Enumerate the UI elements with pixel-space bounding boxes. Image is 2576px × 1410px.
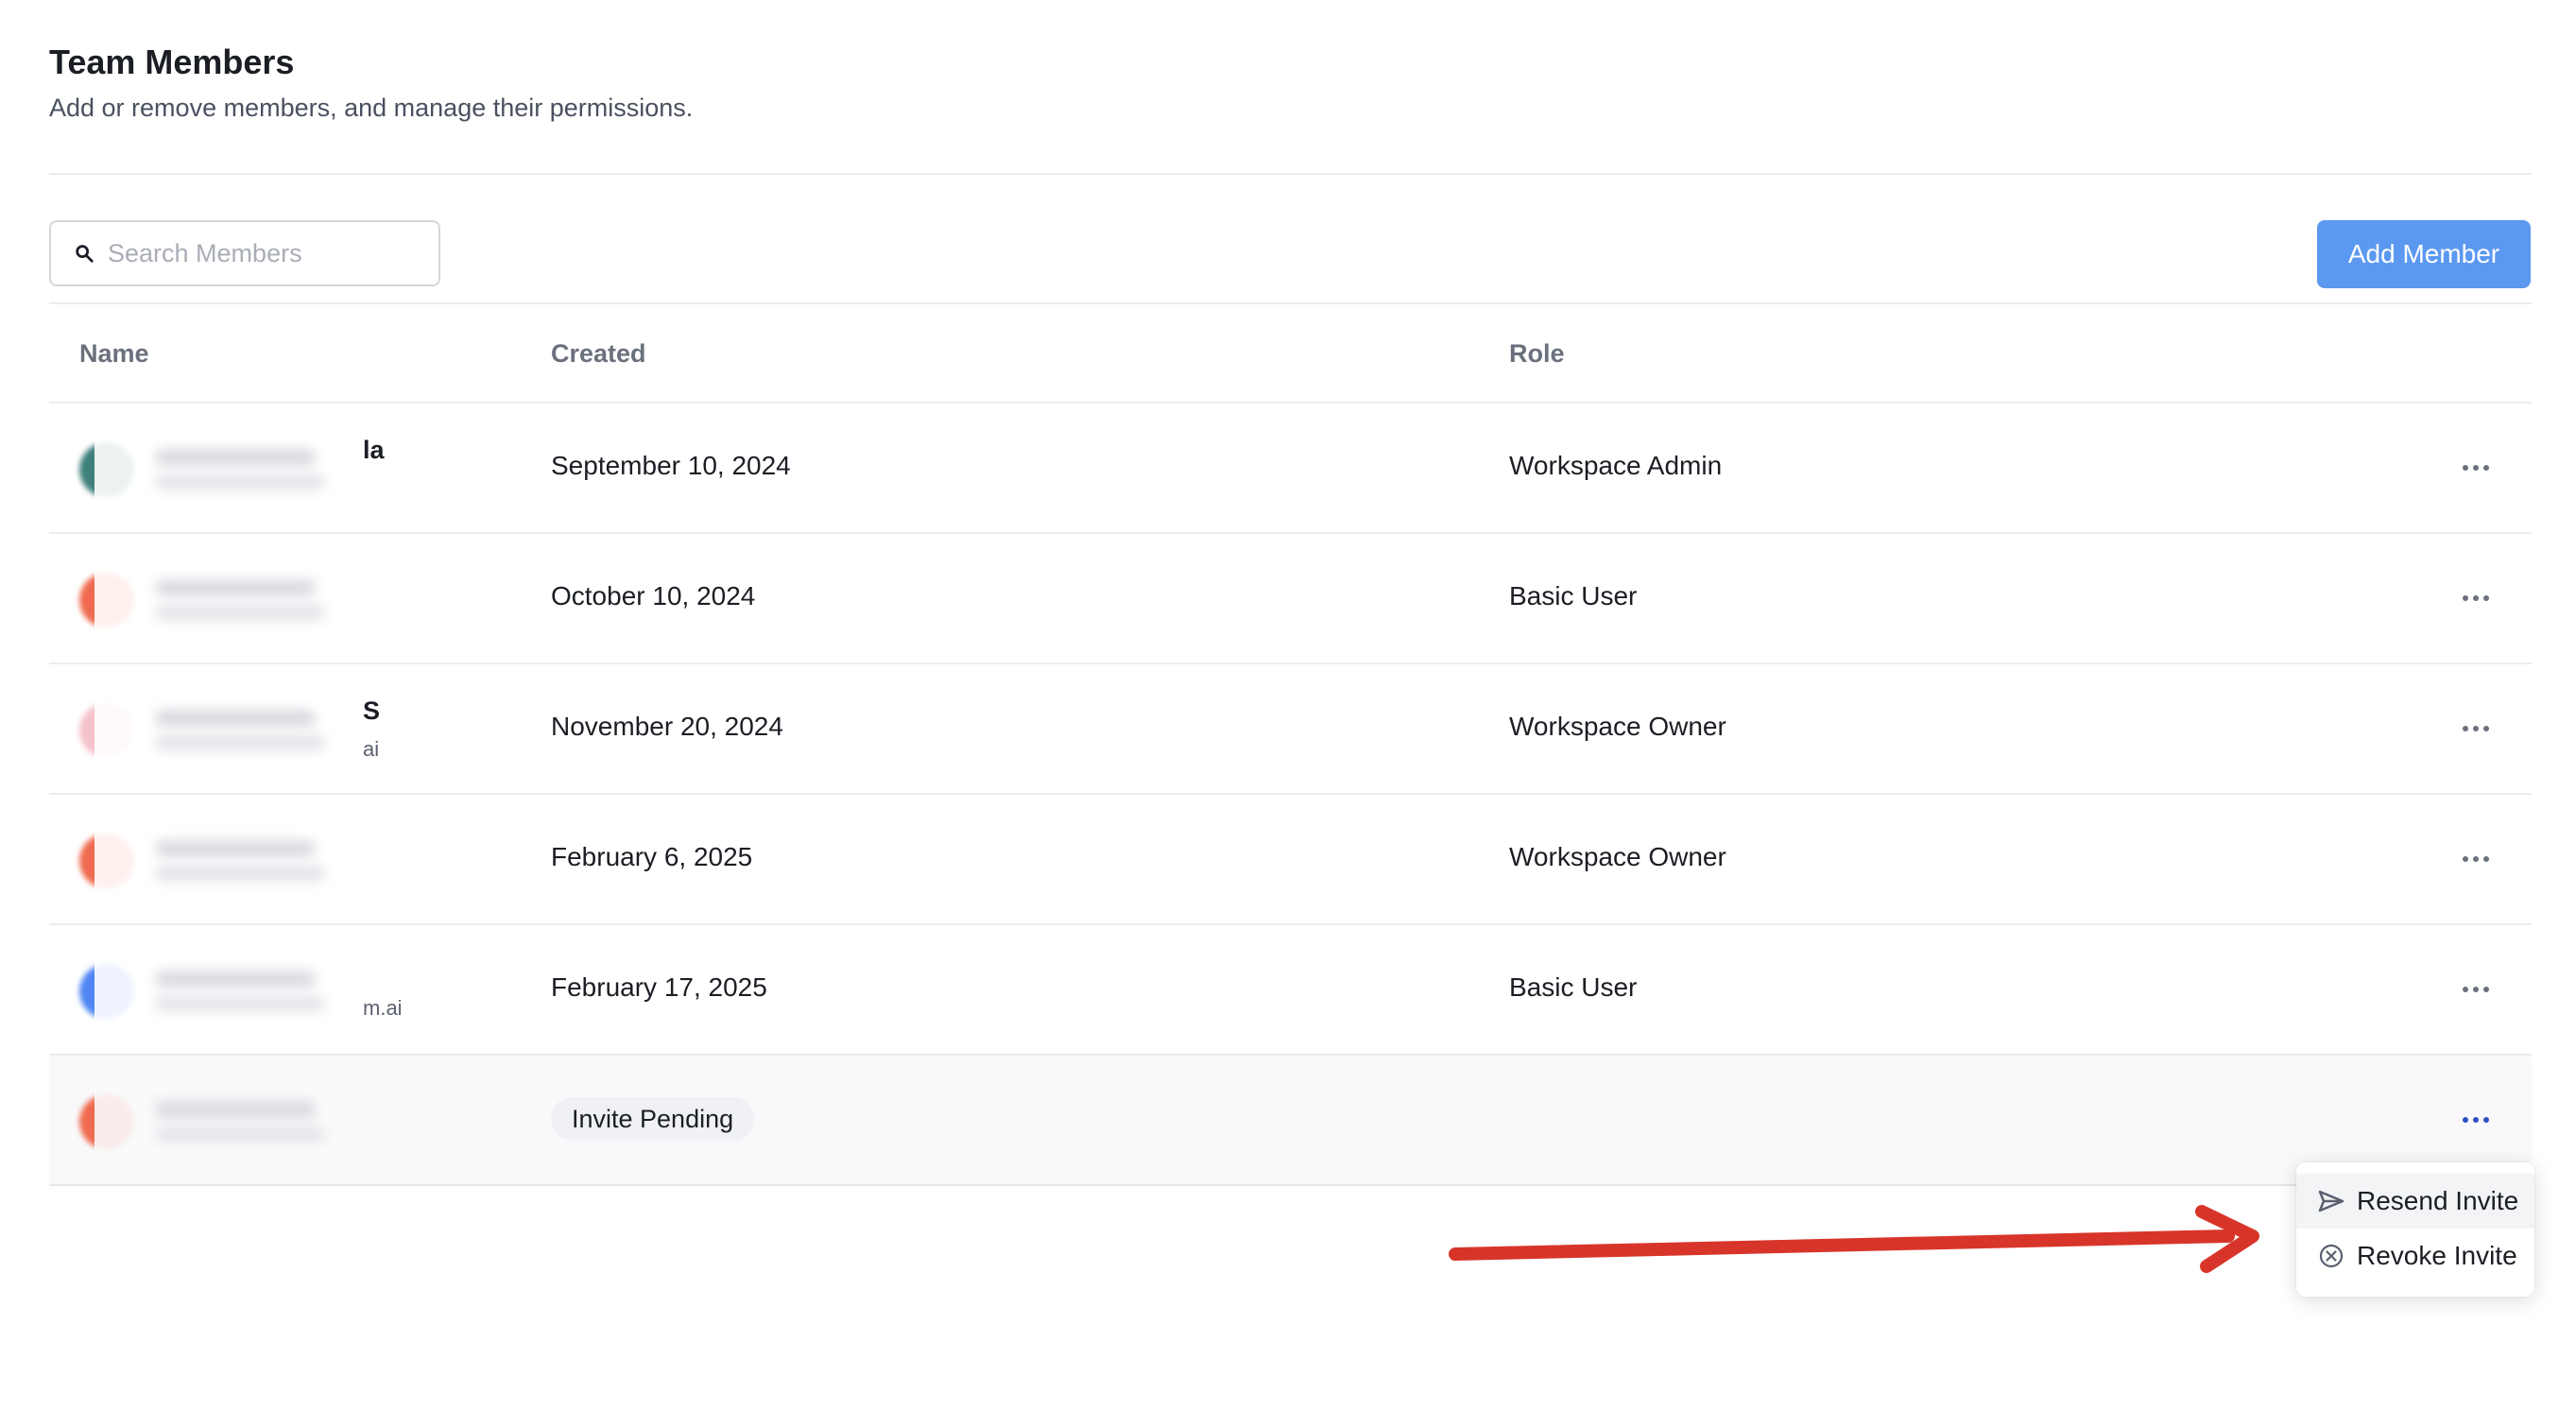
revoke-invite-menu-item[interactable]: Revoke Invite (2296, 1229, 2534, 1283)
add-member-button[interactable]: Add Member (2317, 220, 2531, 288)
table-row-pending-invite[interactable]: Invite Pending (49, 1056, 2532, 1186)
members-table: Name Created Role la September 10, 2024 … (49, 303, 2532, 1186)
member-role[interactable]: Workspace Owner (1509, 712, 1726, 742)
member-role[interactable]: Basic User (1509, 581, 1637, 611)
redacted-name (94, 674, 363, 783)
page-subtitle: Add or remove members, and manage their … (49, 94, 694, 122)
team-members-page: Team Members Add or remove members, and … (0, 0, 2576, 1410)
member-email-fragment: m.ai (363, 996, 403, 1020)
member-role[interactable]: Workspace Owner (1509, 842, 1726, 872)
table-header: Name Created Role (49, 303, 2532, 404)
search-box[interactable] (49, 220, 440, 286)
row-actions-button[interactable] (2455, 579, 2497, 617)
table-row[interactable]: la September 10, 2024 Workspace Admin (49, 404, 2532, 534)
revoke-invite-label: Revoke Invite (2357, 1241, 2517, 1270)
row-actions-button[interactable] (2455, 1101, 2497, 1139)
resend-invite-label: Resend Invite (2357, 1186, 2519, 1215)
invite-pending-badge: Invite Pending (551, 1097, 755, 1141)
redacted-name (94, 935, 363, 1044)
page-header: Team Members Add or remove members, and … (49, 40, 693, 125)
created-date: October 10, 2024 (551, 581, 756, 610)
column-header-created[interactable]: Created (551, 339, 646, 369)
search-icon (76, 245, 94, 263)
send-icon (2317, 1187, 2345, 1215)
created-date: February 6, 2025 (551, 842, 753, 871)
row-actions-button[interactable] (2455, 449, 2497, 487)
redacted-name (94, 543, 363, 653)
table-row[interactable]: S ai November 20, 2024 Workspace Owner (49, 664, 2532, 795)
column-header-name[interactable]: Name (79, 339, 149, 369)
row-actions-button[interactable] (2455, 840, 2497, 878)
member-email-fragment: ai (363, 737, 380, 761)
search-input[interactable] (108, 222, 429, 284)
column-header-role[interactable]: Role (1509, 339, 1565, 369)
redacted-name (94, 1065, 363, 1175)
member-role[interactable]: Basic User (1509, 972, 1637, 1003)
table-row[interactable]: October 10, 2024 Basic User (49, 534, 2532, 664)
row-actions-menu: Resend Invite Revoke Invite (2296, 1162, 2534, 1297)
member-name-fragment: S (363, 696, 381, 725)
header-divider (49, 173, 2532, 175)
created-date: February 17, 2025 (551, 972, 767, 1002)
redacted-name (94, 804, 363, 914)
created-date: November 20, 2024 (551, 712, 783, 741)
table-row[interactable]: February 6, 2025 Workspace Owner (49, 795, 2532, 925)
resend-invite-menu-item[interactable]: Resend Invite (2296, 1174, 2534, 1229)
page-title: Team Members (49, 43, 295, 81)
circle-x-icon (2317, 1242, 2345, 1270)
member-name-fragment: la (363, 436, 385, 464)
redacted-name (94, 413, 363, 523)
member-role[interactable]: Workspace Admin (1509, 451, 1722, 481)
table-row[interactable]: m.ai February 17, 2025 Basic User (49, 925, 2532, 1056)
created-date: September 10, 2024 (551, 451, 791, 480)
row-actions-button[interactable] (2455, 710, 2497, 748)
row-actions-button[interactable] (2455, 971, 2497, 1008)
